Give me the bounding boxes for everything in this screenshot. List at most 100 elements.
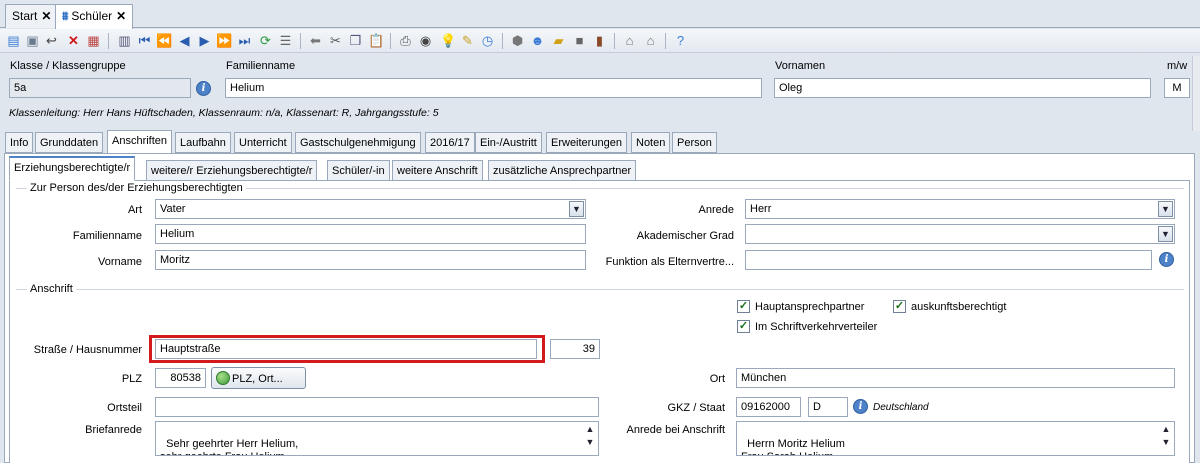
familienname-label: Familienname xyxy=(226,60,296,72)
copy-record-icon[interactable]: ▥ xyxy=(117,33,132,48)
chevron-up-icon[interactable]: ▲ xyxy=(583,423,597,436)
anrede-select[interactable]: Herr ▼ xyxy=(745,199,1175,219)
close-icon[interactable]: ✕ xyxy=(116,9,126,23)
funktion-field[interactable] xyxy=(745,250,1152,270)
staat-field[interactable]: D xyxy=(808,397,848,417)
window-tab-start[interactable]: Start ✕ xyxy=(5,4,59,28)
preview-icon[interactable]: ◉ xyxy=(418,33,433,48)
chevron-down-icon[interactable]: ▼ xyxy=(583,436,597,449)
subtab-weitere-erziehungsberechtigte[interactable]: weitere/r Erziehungsberechtigte/r xyxy=(146,160,318,181)
package-icon[interactable]: ⬢ xyxy=(510,33,525,48)
clock-icon[interactable]: ◷ xyxy=(480,33,495,48)
paste-icon[interactable]: 📋 xyxy=(368,33,384,48)
vornamen-field[interactable]: Oleg xyxy=(774,78,1151,98)
delete-icon[interactable]: ✕ xyxy=(66,33,81,48)
klasse-field[interactable]: 5a xyxy=(9,78,191,98)
save-icon[interactable]: ▣ xyxy=(25,33,40,48)
akademischer-grad-select[interactable]: ▼ xyxy=(745,224,1175,244)
chevron-down-icon[interactable]: ▼ xyxy=(1158,201,1173,217)
subtab-schueler[interactable]: Schüler/-in xyxy=(327,160,390,181)
back-arrow-icon[interactable]: ⬅ xyxy=(308,33,323,48)
home-2-icon[interactable]: ⌂ xyxy=(643,33,658,48)
scrollbar[interactable] xyxy=(1192,56,1200,131)
tab-grunddaten[interactable]: Grunddaten xyxy=(35,132,104,153)
last-icon[interactable]: ⏭ xyxy=(237,33,252,48)
refresh-icon[interactable]: ⟳ xyxy=(258,33,273,48)
tab-erweiterungen[interactable]: Erweiterungen xyxy=(546,132,627,153)
report-icon[interactable]: ▮ xyxy=(592,33,607,48)
prev-icon[interactable]: ◀ xyxy=(177,33,192,48)
toolbar: ▤ ▣ ↩ ✕ ▦ ▥ ⏮ ⏪ ◀ ▶ ⏩ ⏭ ⟳ ☰ ⬅ ✂ ❐ 📋 ⎙ ◉ … xyxy=(0,29,1200,53)
anrede-anschrift-value: Herrn Moritz Helium Frau Sarah Helium xyxy=(741,438,845,455)
subtab-zusaetzliche-ansprechpartner[interactable]: zusätzliche Ansprechpartner xyxy=(488,160,637,181)
scrollbar[interactable]: ▲ ▼ xyxy=(583,423,597,454)
familienname-eb-field[interactable]: Helium xyxy=(155,224,586,244)
hauptansprechpartner-checkbox[interactable]: ✓ xyxy=(737,300,750,313)
tab-noten[interactable]: Noten xyxy=(631,132,671,153)
next-icon[interactable]: ▶ xyxy=(197,33,212,48)
plz-field[interactable]: 80538 xyxy=(155,368,206,388)
ort-field[interactable]: München xyxy=(736,368,1175,388)
hausnummer-field[interactable]: 39 xyxy=(550,339,600,359)
vorname-field[interactable]: Moritz xyxy=(155,250,586,270)
info-icon[interactable]: i xyxy=(196,81,211,96)
mw-label: m/w xyxy=(1167,60,1188,72)
chevron-down-icon[interactable]: ▼ xyxy=(1158,226,1173,242)
help-icon[interactable]: ? xyxy=(673,33,688,48)
chevron-down-icon[interactable]: ▼ xyxy=(1159,436,1173,449)
akademischer-grad-label: Akademischer Grad xyxy=(636,230,734,242)
info-icon[interactable]: i xyxy=(1159,252,1174,267)
prev-page-icon[interactable]: ⏪ xyxy=(156,33,172,48)
user-icon[interactable]: ☻ xyxy=(530,33,545,48)
anrede-anschrift-label: Anrede bei Anschrift xyxy=(626,424,725,436)
undo-icon[interactable]: ↩ xyxy=(44,33,59,48)
print-record-icon[interactable]: ▦ xyxy=(86,33,101,48)
tab-laufbahn[interactable]: Laufbahn xyxy=(175,132,231,153)
group-title-anschrift: Anschrift xyxy=(27,283,76,295)
vorname-label: Vorname xyxy=(97,256,142,268)
tab-ein-austritt[interactable]: Ein-/Austritt xyxy=(475,132,542,153)
tab-anschriften[interactable]: Anschriften xyxy=(107,130,173,154)
tab-person[interactable]: Person xyxy=(672,132,717,153)
ortsteil-field[interactable] xyxy=(155,397,599,417)
anrede-anschrift-textarea[interactable]: Herrn Moritz Helium Frau Sarah Helium ▲▼ xyxy=(736,421,1175,456)
tab-info[interactable]: Info xyxy=(5,132,34,153)
highlight-box xyxy=(149,335,545,363)
tab-gastschulgenehmigung[interactable]: Gastschulgenehmigung xyxy=(295,132,421,153)
cut-icon[interactable]: ✂ xyxy=(328,33,343,48)
familienname-field[interactable]: Helium xyxy=(225,78,762,98)
auskunftsberechtigt-checkbox[interactable]: ✓ xyxy=(893,300,906,313)
subtab-weitere-anschrift[interactable]: weitere Anschrift xyxy=(392,160,483,181)
ort-label: Ort xyxy=(709,373,725,385)
chevron-up-icon[interactable]: ▲ xyxy=(1159,423,1173,436)
chevron-down-icon[interactable]: ▼ xyxy=(569,201,584,217)
copy-icon[interactable]: ❐ xyxy=(348,33,363,48)
square-icon[interactable]: ■ xyxy=(572,33,587,48)
strasse-label: Straße / Hausnummer xyxy=(33,344,142,356)
close-icon[interactable]: ✕ xyxy=(41,9,51,23)
idea-icon[interactable]: 💡 xyxy=(440,33,456,48)
next-page-icon[interactable]: ⏩ xyxy=(216,33,232,48)
print-icon[interactable]: ⎙ xyxy=(398,33,413,48)
broom-icon[interactable]: ✎ xyxy=(460,33,475,48)
mw-field[interactable]: M xyxy=(1164,78,1190,98)
briefanrede-textarea[interactable]: Sehr geehrter Herr Helium, sehr geehrte … xyxy=(155,421,599,456)
tab-2016-17[interactable]: 2016/17 xyxy=(425,132,475,153)
gkz-field[interactable]: 09162000 xyxy=(736,397,801,417)
art-select[interactable]: Vater ▼ xyxy=(155,199,586,219)
subtab-erziehungsberechtigte[interactable]: Erziehungsberechtigte/r xyxy=(9,156,136,181)
tab-unterricht[interactable]: Unterricht xyxy=(234,132,292,153)
group-title-person: Zur Person des/der Erziehungsberechtigte… xyxy=(27,182,246,194)
info-icon[interactable]: i xyxy=(853,399,868,414)
window-tab-schueler[interactable]: ⩩ Schüler ✕ xyxy=(55,4,134,29)
first-icon[interactable]: ⏮ xyxy=(137,33,152,48)
group-divider xyxy=(16,289,1184,290)
new-record-icon[interactable]: ▤ xyxy=(6,33,21,48)
home-icon[interactable]: ⌂ xyxy=(622,33,637,48)
list-icon[interactable]: ☰ xyxy=(278,33,293,48)
art-label: Art xyxy=(127,204,142,216)
folder-arrow-icon[interactable]: ▰ xyxy=(551,33,566,48)
schriftverkehr-checkbox[interactable]: ✓ xyxy=(737,320,750,333)
scrollbar[interactable]: ▲ ▼ xyxy=(1159,423,1173,454)
plz-ort-button[interactable]: PLZ, Ort... xyxy=(211,367,306,389)
